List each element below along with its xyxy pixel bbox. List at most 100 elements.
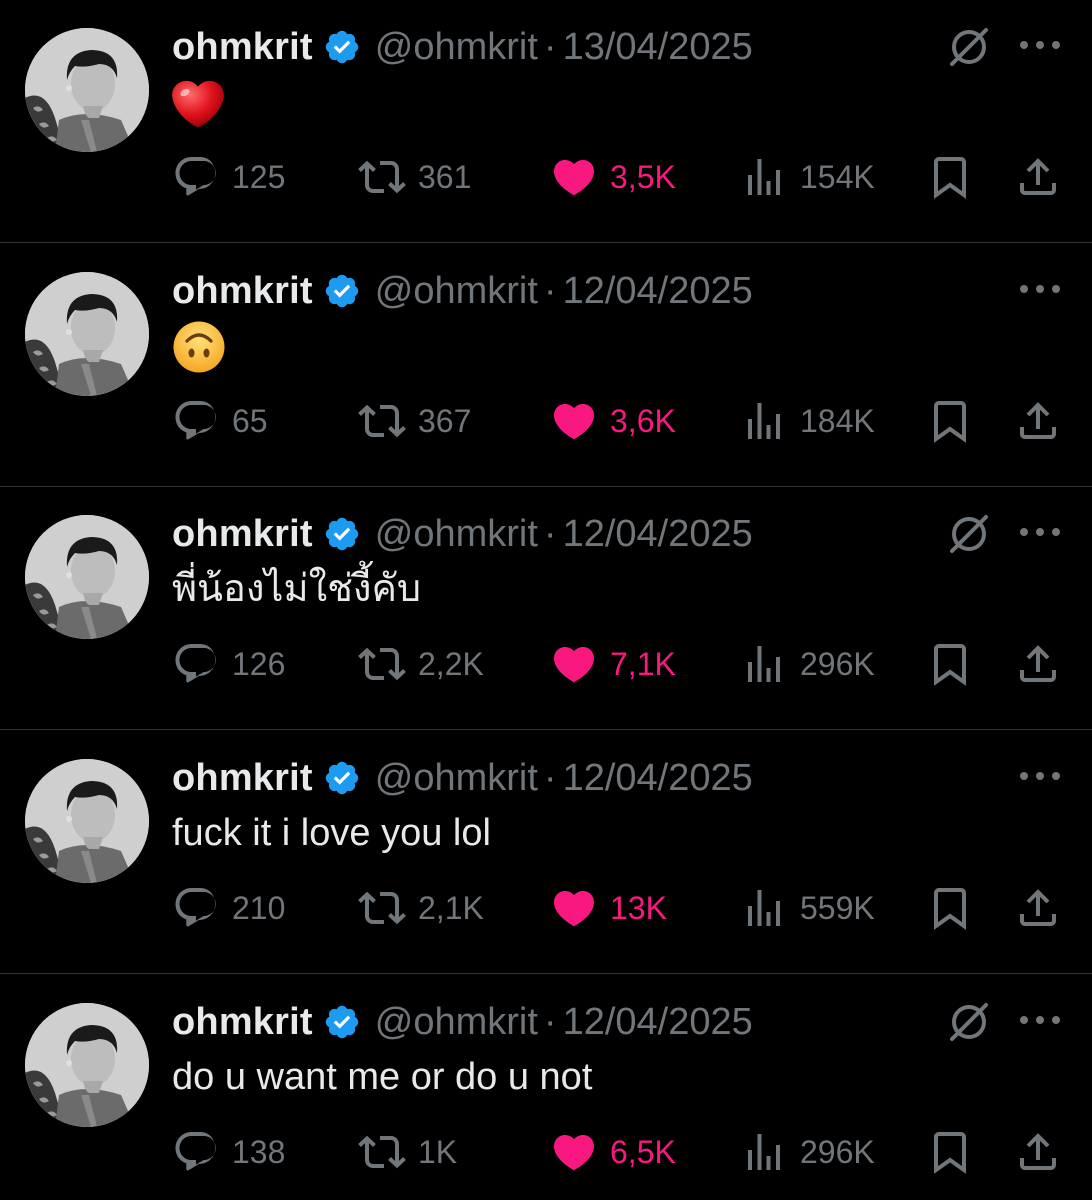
avatar[interactable] <box>25 272 149 396</box>
tweet-date[interactable]: 13/04/2025 <box>563 26 753 69</box>
reply-icon <box>175 888 216 927</box>
tweet-date[interactable]: 12/04/2025 <box>563 270 753 313</box>
more-options-icon[interactable] <box>1016 753 1064 799</box>
reply-icon <box>175 644 216 683</box>
views-count: 184K <box>800 402 875 439</box>
heart-filled-icon <box>553 160 595 196</box>
display-name[interactable]: ohmkrit <box>172 26 313 69</box>
avatar[interactable] <box>25 28 149 152</box>
reply-icon <box>175 157 216 196</box>
views-button[interactable]: 184K <box>740 396 875 446</box>
display-name[interactable]: ohmkrit <box>172 1001 313 1044</box>
share-button[interactable] <box>1014 152 1062 202</box>
share-button[interactable] <box>1014 639 1062 689</box>
bookmark-button[interactable] <box>926 152 974 202</box>
like-button[interactable]: 13K <box>550 883 667 933</box>
separator-dot: · <box>543 1000 557 1043</box>
tweet-actions: 125 361 3,5K 154K <box>172 152 1072 202</box>
verified-badge-icon <box>323 28 361 66</box>
handle[interactable]: @ohmkrit <box>375 1001 538 1044</box>
tweet[interactable]: ohmkrit @ohmkrit · 12/04/2025 do u want … <box>0 975 1092 1200</box>
reply-count: 138 <box>232 1133 286 1170</box>
tweet-header: ohmkrit @ohmkrit · 12/04/2025 <box>172 509 753 559</box>
tweet-header: ohmkrit @ohmkrit · 13/04/2025 <box>172 22 753 72</box>
views-count: 559K <box>800 889 875 926</box>
reply-button[interactable]: 125 <box>172 152 285 202</box>
retweet-button[interactable]: 367 <box>358 396 471 446</box>
display-name[interactable]: ohmkrit <box>172 757 313 800</box>
like-button[interactable]: 3,5K <box>550 152 676 202</box>
handle[interactable]: @ohmkrit <box>375 757 538 800</box>
tweet[interactable]: ohmkrit @ohmkrit · 12/04/2025 พี่น้องไม่… <box>0 487 1092 730</box>
retweet-button[interactable]: 2,1K <box>358 883 484 933</box>
views-count: 296K <box>800 1133 875 1170</box>
bookmark-button[interactable] <box>926 1127 974 1177</box>
tweet[interactable]: ohmkrit @ohmkrit · 12/04/2025 65 367 3,6… <box>0 244 1092 487</box>
like-count: 3,5K <box>610 158 676 195</box>
views-chart-icon <box>748 403 780 439</box>
display-name[interactable]: ohmkrit <box>172 513 313 556</box>
tweet-feed: ohmkrit @ohmkrit · 13/04/2025 125 361 3,… <box>0 0 1092 1200</box>
heart-filled-icon <box>553 404 595 440</box>
share-icon <box>1020 158 1056 195</box>
separator-dot: · <box>543 756 557 799</box>
bookmark-icon <box>934 888 966 930</box>
heart-filled-icon <box>553 1135 595 1171</box>
reply-button[interactable]: 138 <box>172 1127 285 1177</box>
tweet-date[interactable]: 12/04/2025 <box>563 757 753 800</box>
avatar-photo <box>25 515 149 639</box>
share-button[interactable] <box>1014 1127 1062 1177</box>
upside-down-face-emoji-icon <box>173 321 225 373</box>
more-options-icon[interactable] <box>1016 997 1064 1043</box>
tweet-actions: 126 2,2K 7,1K 296K <box>172 639 1072 689</box>
share-icon <box>1020 402 1056 439</box>
avatar[interactable] <box>25 759 149 883</box>
more-options-icon[interactable] <box>1016 509 1064 555</box>
views-count: 154K <box>800 158 875 195</box>
tweet-header: ohmkrit @ohmkrit · 12/04/2025 <box>172 266 753 316</box>
avatar[interactable] <box>25 1003 149 1127</box>
like-button[interactable]: 3,6K <box>550 396 676 446</box>
reply-button[interactable]: 126 <box>172 639 285 689</box>
bookmark-button[interactable] <box>926 396 974 446</box>
tweet-actions: 210 2,1K 13K 559K <box>172 883 1072 933</box>
display-name[interactable]: ohmkrit <box>172 270 313 313</box>
bookmark-icon <box>934 1132 966 1174</box>
more-options-icon[interactable] <box>1016 22 1064 68</box>
share-button[interactable] <box>1014 883 1062 933</box>
handle[interactable]: @ohmkrit <box>375 513 538 556</box>
like-button[interactable]: 6,5K <box>550 1127 676 1177</box>
reply-button[interactable]: 65 <box>172 396 268 446</box>
share-icon <box>1020 645 1056 682</box>
views-button[interactable]: 559K <box>740 883 875 933</box>
reply-count: 210 <box>232 889 286 926</box>
tweet[interactable]: ohmkrit @ohmkrit · 13/04/2025 125 361 3,… <box>0 0 1092 243</box>
handle[interactable]: @ohmkrit <box>375 26 538 69</box>
grok-icon[interactable] <box>946 999 992 1045</box>
bookmark-button[interactable] <box>926 639 974 689</box>
verified-badge-icon <box>323 759 361 797</box>
views-button[interactable]: 296K <box>740 639 875 689</box>
views-button[interactable]: 296K <box>740 1127 875 1177</box>
avatar-photo <box>25 759 149 883</box>
share-icon <box>1020 889 1056 926</box>
reply-icon <box>175 401 216 440</box>
more-options-icon[interactable] <box>1016 266 1064 312</box>
tweet[interactable]: ohmkrit @ohmkrit · 12/04/2025 fuck it i … <box>0 731 1092 974</box>
retweet-button[interactable]: 2,2K <box>358 639 484 689</box>
retweet-button[interactable]: 1K <box>358 1127 457 1177</box>
grok-icon[interactable] <box>946 24 992 70</box>
share-button[interactable] <box>1014 396 1062 446</box>
avatar-photo <box>25 28 149 152</box>
tweet-date[interactable]: 12/04/2025 <box>563 513 753 556</box>
like-button[interactable]: 7,1K <box>550 639 676 689</box>
reply-button[interactable]: 210 <box>172 883 285 933</box>
bookmark-button[interactable] <box>926 883 974 933</box>
retweet-icon <box>358 891 406 925</box>
tweet-date[interactable]: 12/04/2025 <box>563 1001 753 1044</box>
retweet-button[interactable]: 361 <box>358 152 471 202</box>
views-button[interactable]: 154K <box>740 152 875 202</box>
grok-icon[interactable] <box>946 511 992 557</box>
handle[interactable]: @ohmkrit <box>375 270 538 313</box>
avatar[interactable] <box>25 515 149 639</box>
